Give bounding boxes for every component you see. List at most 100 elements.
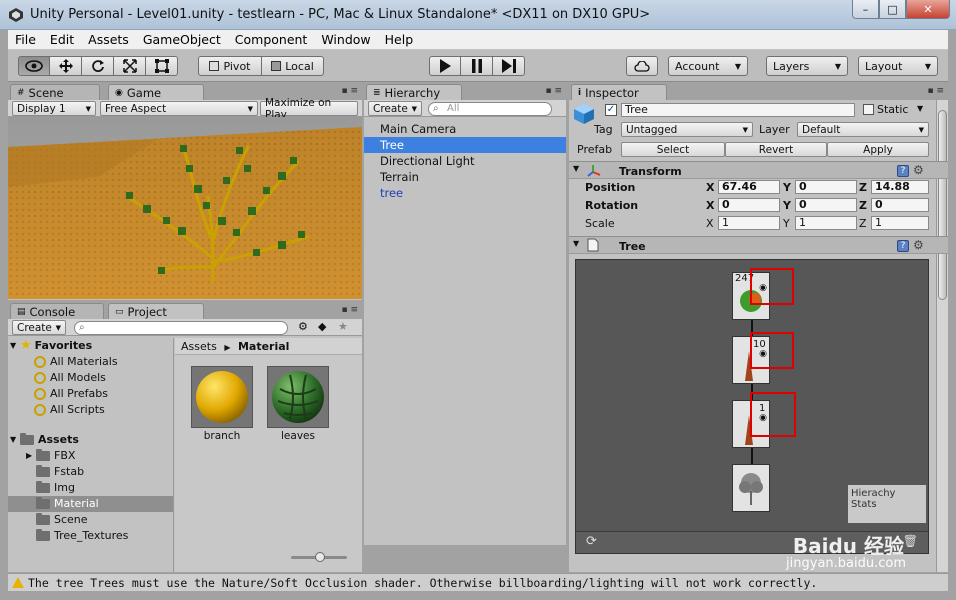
slider-handle[interactable]: [315, 552, 325, 562]
cloud-button[interactable]: [626, 56, 658, 76]
project-create-dropdown[interactable]: Create ▼: [12, 320, 66, 335]
tab-console[interactable]: ▤ Console: [10, 303, 104, 319]
active-checkbox[interactable]: ✓: [605, 104, 617, 116]
position-x-field[interactable]: 67.46: [718, 180, 780, 194]
panel-menu-icon[interactable]: ▪ ≡: [341, 86, 358, 96]
menu-component[interactable]: Component: [228, 32, 315, 47]
hierarchy-item-terrain[interactable]: Terrain: [364, 169, 566, 185]
folder-scene[interactable]: Scene: [8, 512, 173, 528]
transform-header[interactable]: ▼ Transform ? ⚙: [569, 161, 948, 179]
menu-file[interactable]: File: [8, 32, 43, 47]
assets-header[interactable]: ▼ Assets: [8, 432, 173, 448]
status-bar[interactable]: The tree Trees must use the Nature/Soft …: [8, 573, 948, 591]
folder-fbx[interactable]: ▶ FBX: [8, 448, 173, 464]
panel-menu-icon[interactable]: ▪ ≡: [341, 305, 358, 315]
refresh-icon[interactable]: ⟳: [586, 534, 597, 549]
folder-tree-textures[interactable]: Tree_Textures: [8, 528, 173, 544]
menu-gameobject[interactable]: GameObject: [136, 32, 228, 47]
menu-edit[interactable]: Edit: [43, 32, 81, 47]
scale-tool-button[interactable]: [114, 56, 146, 76]
hierarchy-search-input[interactable]: ⌕ All: [428, 102, 552, 116]
folder-fstab[interactable]: Fstab: [8, 464, 173, 480]
rotation-y-field[interactable]: 0: [795, 198, 857, 212]
trash-icon[interactable]: 🗑: [903, 534, 918, 548]
hierarchy-item-tree-prefab[interactable]: tree: [364, 185, 566, 201]
scale-x-field[interactable]: 1: [718, 216, 780, 230]
pause-button[interactable]: [461, 56, 493, 76]
display-dropdown[interactable]: Display 1 ▼: [12, 101, 96, 116]
rect-tool-button[interactable]: [146, 56, 178, 76]
thumbnail-size-slider[interactable]: [291, 552, 347, 562]
filter-by-type-icon[interactable]: ⚙: [298, 320, 308, 333]
account-dropdown[interactable]: Account ▼: [668, 56, 748, 76]
hierarchy-create-dropdown[interactable]: Create ▼: [368, 101, 422, 116]
favorite-star-icon[interactable]: ★: [338, 320, 348, 333]
tab-project[interactable]: ▭ Project: [108, 303, 204, 319]
layout-dropdown[interactable]: Layout ▼: [858, 56, 938, 76]
scrollbar-thumb[interactable]: [938, 110, 947, 300]
layers-dropdown[interactable]: Layers ▼: [766, 56, 848, 76]
position-z-field[interactable]: 14.88: [871, 180, 929, 194]
favorite-all-materials[interactable]: All Materials: [8, 354, 173, 370]
title-bar: Unity Personal - Level01.unity - testlea…: [0, 0, 956, 30]
project-search-input[interactable]: ⌕: [74, 321, 288, 335]
breadcrumb-assets[interactable]: Assets: [181, 340, 217, 353]
panel-menu-icon[interactable]: ▪ ≡: [545, 86, 562, 96]
tree-preview-node[interactable]: [732, 464, 770, 512]
tree-hierarchy-editor[interactable]: 247 ◉ 10 ◉ 1 ◉ Hierachy Stats ⟳ 🗑: [575, 259, 929, 554]
minimize-button[interactable]: –: [852, 0, 879, 19]
gameobject-name-field[interactable]: Tree: [621, 103, 855, 117]
menu-help[interactable]: Help: [378, 32, 421, 47]
rotation-x-field[interactable]: 0: [718, 198, 780, 212]
close-button[interactable]: ✕: [906, 0, 950, 19]
breadcrumb-material[interactable]: Material: [238, 340, 289, 353]
pivot-toggle[interactable]: Pivot: [198, 56, 262, 76]
favorite-all-models[interactable]: All Models: [8, 370, 173, 386]
chevron-down-icon[interactable]: ▼: [917, 104, 923, 113]
move-tool-button[interactable]: [50, 56, 82, 76]
help-icon[interactable]: ?: [897, 240, 909, 252]
hierarchy-item-main-camera[interactable]: Main Camera: [364, 121, 566, 137]
play-button[interactable]: [429, 56, 461, 76]
tab-game[interactable]: ◉ Game: [108, 84, 204, 100]
view-tool-button[interactable]: [18, 56, 50, 76]
prefab-apply-button[interactable]: Apply: [827, 142, 929, 157]
help-icon[interactable]: ?: [897, 165, 909, 177]
folder-img[interactable]: Img: [8, 480, 173, 496]
panel-menu-icon[interactable]: ▪ ≡: [927, 86, 944, 96]
prefab-select-button[interactable]: Select: [621, 142, 725, 157]
rotation-z-field[interactable]: 0: [871, 198, 929, 212]
layer-dropdown[interactable]: Default ▼: [797, 122, 929, 137]
tab-hierarchy[interactable]: ≣ Hierarchy: [366, 84, 462, 100]
favorite-all-scripts[interactable]: All Scripts: [8, 402, 173, 418]
tree-component-header[interactable]: ▼ Tree ? ⚙: [569, 236, 948, 254]
hierarchy-item-tree[interactable]: Tree: [364, 137, 566, 153]
hierarchy-item-directional-light[interactable]: Directional Light: [364, 153, 566, 169]
scale-z-field[interactable]: 1: [871, 216, 929, 230]
scale-y-field[interactable]: 1: [795, 216, 857, 230]
position-y-field[interactable]: 0: [795, 180, 857, 194]
folder-material[interactable]: Material: [8, 496, 173, 512]
asset-branch[interactable]: branch: [191, 366, 253, 442]
game-viewport[interactable]: [8, 117, 362, 299]
static-checkbox[interactable]: [863, 104, 874, 115]
rotate-tool-button[interactable]: [82, 56, 114, 76]
menu-window[interactable]: Window: [314, 32, 377, 47]
asset-leaves[interactable]: leaves: [267, 366, 329, 442]
favorites-header[interactable]: ▼ ★ Favorites: [8, 338, 173, 354]
maximize-on-play-toggle[interactable]: Maximize on Play: [260, 97, 358, 121]
tab-scene[interactable]: # Scene: [10, 84, 100, 100]
filter-by-label-icon[interactable]: ◆: [318, 320, 326, 333]
prefab-label: Prefab: [577, 143, 613, 156]
tab-inspector[interactable]: i Inspector: [571, 84, 667, 100]
step-button[interactable]: [493, 56, 525, 76]
aspect-dropdown[interactable]: Free Aspect ▼: [100, 101, 258, 116]
gear-icon[interactable]: ⚙: [913, 238, 924, 252]
gear-icon[interactable]: ⚙: [913, 163, 924, 177]
prefab-revert-button[interactable]: Revert: [725, 142, 827, 157]
maximize-button[interactable]: □: [879, 0, 906, 19]
tag-dropdown[interactable]: Untagged ▼: [621, 122, 753, 137]
menu-assets[interactable]: Assets: [81, 32, 136, 47]
favorite-all-prefabs[interactable]: All Prefabs: [8, 386, 173, 402]
local-toggle[interactable]: Local: [262, 56, 324, 76]
